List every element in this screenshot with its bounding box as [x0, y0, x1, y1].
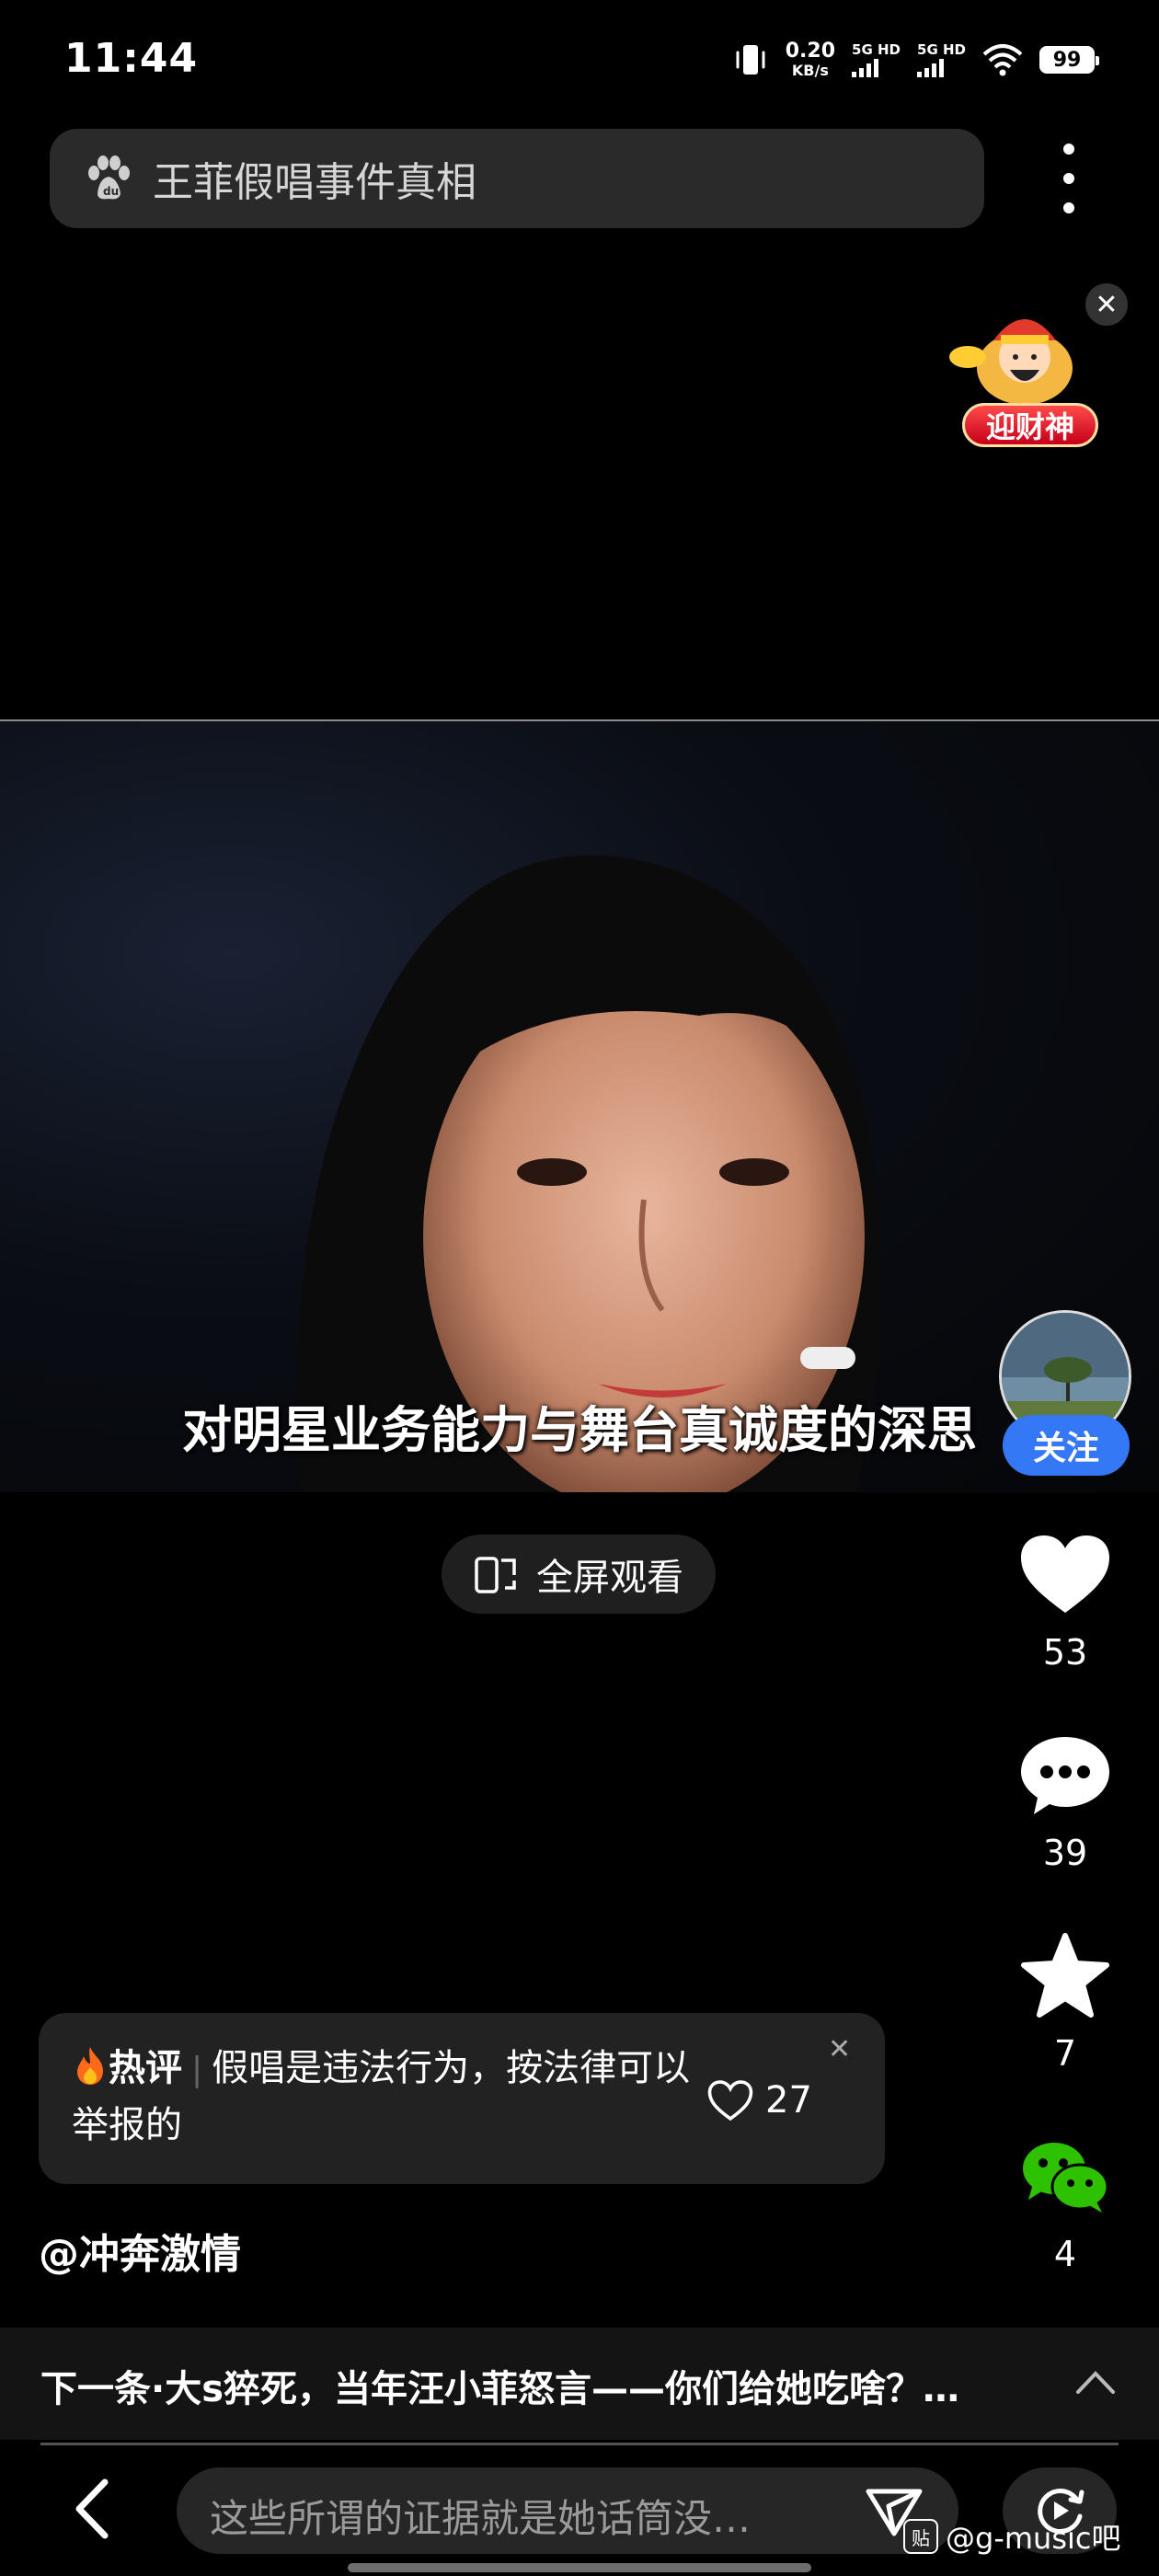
dot-icon: [1063, 144, 1074, 155]
next-video-bar[interactable]: 下一条·大s猝死，当年汪小菲怒言——你们给她吃啥？…: [0, 2328, 1159, 2440]
video-player[interactable]: [0, 721, 1159, 1492]
rotate-screen-icon: [475, 1557, 516, 1593]
favorite-count: 7: [1053, 2033, 1077, 2074]
battery-icon: 99: [1039, 46, 1099, 74]
follow-button[interactable]: 关注: [1003, 1415, 1130, 1476]
heart-icon: [1021, 1535, 1109, 1613]
fullscreen-button[interactable]: 全屏观看: [442, 1535, 716, 1614]
battery-level: 99: [1052, 48, 1082, 72]
watermark-text: @g-music吧: [946, 2521, 1121, 2556]
status-time: 11:44: [64, 35, 199, 82]
fullscreen-label: 全屏观看: [536, 1557, 683, 1599]
vibrate-icon: [736, 45, 765, 75]
network-speed-unit: KB/s: [791, 62, 829, 79]
watermark: 贴 @g-music吧: [903, 2515, 1120, 2558]
home-indicator[interactable]: [348, 2563, 811, 2572]
chevron-up-icon[interactable]: [1074, 2368, 1117, 2396]
hot-comment-tag: 热评: [109, 2047, 182, 2089]
author-handle[interactable]: @冲奔激情: [39, 2221, 241, 2280]
comment-bubble-icon: [1021, 1737, 1109, 1814]
share-count: 4: [1053, 2234, 1077, 2274]
comment-button[interactable]: [1017, 1728, 1113, 1823]
signal-bars-icon: [852, 58, 879, 77]
like-count: 53: [1042, 1632, 1088, 1673]
wechat-share-button[interactable]: [1017, 2129, 1113, 2225]
comment-count: 39: [1042, 1833, 1088, 1873]
like-button[interactable]: [1017, 1527, 1113, 1623]
divider: [40, 2443, 1119, 2445]
svg-text:du: du: [103, 185, 119, 198]
back-arrow-icon[interactable]: [66, 2475, 121, 2543]
sim1-signal: 5G HD: [852, 40, 901, 77]
search-bar[interactable]: du 王菲假唱事件真相: [50, 129, 984, 228]
video-subtitle: 对明星业务能力与舞台真诚度的深思: [182, 1401, 977, 1459]
comment-input-placeholder: 这些所谓的证据就是她话筒没…: [210, 2496, 752, 2541]
hot-comment-card[interactable]: 热评 | 假唱是违法行为，按法律可以举报的 27 ✕: [39, 2013, 885, 2184]
baidu-paw-icon: du: [88, 155, 130, 200]
hot-comment-body: 热评 | 假唱是违法行为，按法律可以举报的: [72, 2047, 691, 2146]
next-video-title: 下一条·大s猝死，当年汪小菲怒言——你们给她吃啥？…: [40, 2368, 960, 2410]
wifi-icon: [982, 44, 1023, 76]
sim2-label: 5G HD: [917, 40, 966, 58]
comment-input[interactable]: 这些所谓的证据就是她话筒没…: [177, 2467, 958, 2554]
sim1-label: 5G HD: [852, 40, 901, 58]
favorite-button[interactable]: [1017, 1928, 1113, 2024]
more-options-button[interactable]: [1049, 144, 1089, 213]
fire-icon: [77, 2047, 103, 2085]
heart-outline-icon: [707, 2080, 753, 2122]
promo-close-icon[interactable]: ✕: [1085, 283, 1128, 326]
caishen-icon: [949, 319, 1073, 405]
video-frame-image: [298, 855, 881, 1492]
wechat-icon: [1023, 2143, 1109, 2213]
dot-icon: [1063, 173, 1074, 184]
tieba-badge-icon: 贴: [903, 2519, 938, 2554]
hot-comment-close-icon[interactable]: ✕: [828, 2033, 851, 2065]
network-speed-value: 0.20: [785, 40, 836, 63]
network-speed: 0.20 KB/s: [786, 41, 835, 78]
star-icon: [1021, 1933, 1109, 2018]
hot-comment-like-button[interactable]: 27: [706, 2079, 812, 2122]
promo-label[interactable]: 迎财神: [962, 403, 1098, 447]
status-icons: 0.20 KB/s 5G HD 5G HD 99: [732, 37, 1099, 83]
sim2-signal: 5G HD: [917, 40, 966, 77]
search-query[interactable]: 王菲假唱事件真相: [153, 149, 476, 208]
hot-comment-like-count: 27: [765, 2079, 812, 2122]
signal-bars-icon: [917, 58, 945, 77]
dot-icon: [1063, 202, 1074, 213]
